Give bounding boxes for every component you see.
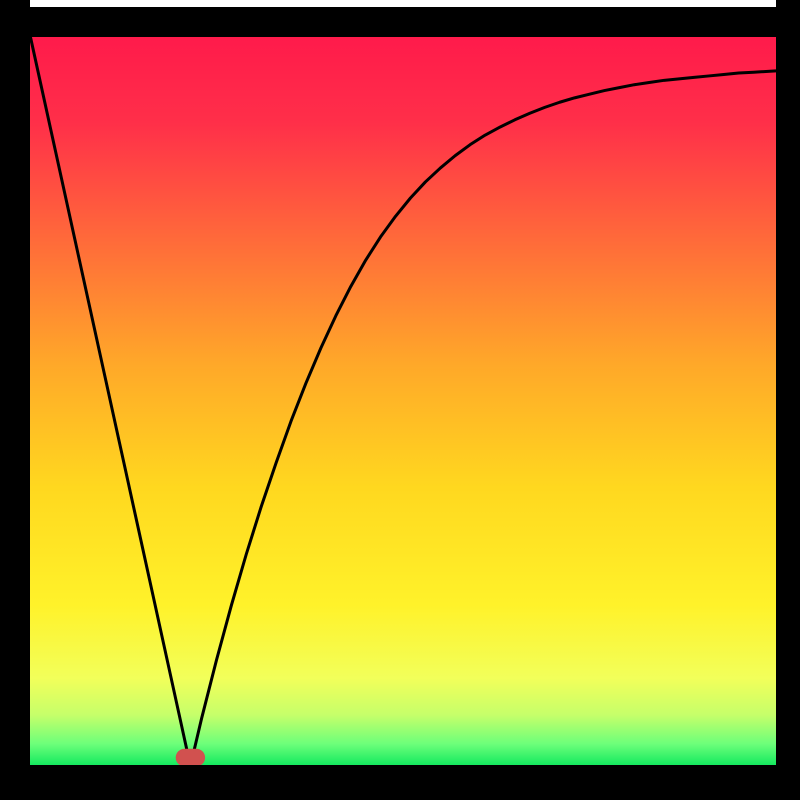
chart-container: TheBottleneck.com bbox=[0, 0, 800, 800]
plot-background bbox=[30, 35, 776, 766]
chart-svg bbox=[0, 0, 800, 800]
y-axis-left bbox=[0, 0, 30, 800]
x-axis bbox=[0, 765, 800, 800]
minimum-marker bbox=[176, 749, 204, 766]
y-axis-right bbox=[776, 0, 800, 800]
